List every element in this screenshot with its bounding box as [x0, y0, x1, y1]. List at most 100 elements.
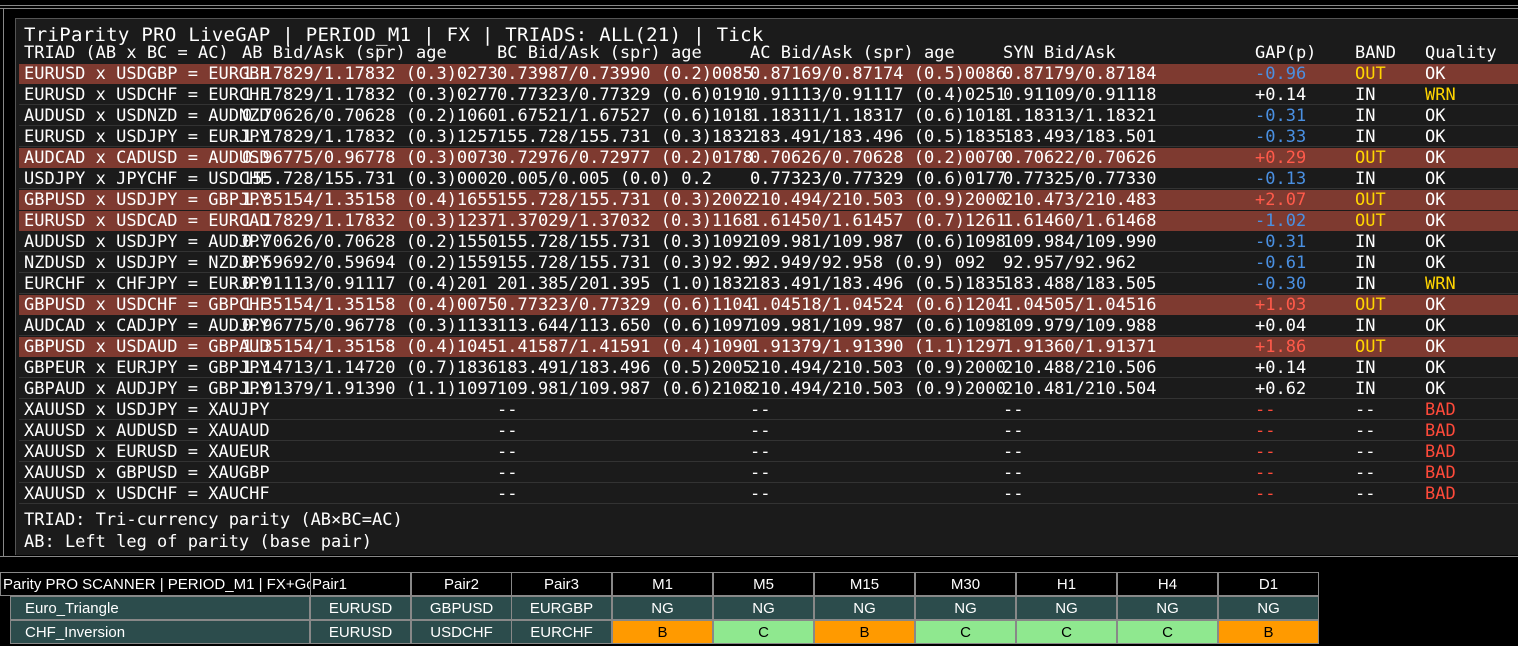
cell-ac: 0.91113/0.91117 (0.4)0251: [750, 85, 1006, 105]
cell-ab: 1.35154/1.35158 (0.4)0075: [242, 295, 498, 315]
cell-syn: 210.481/210.504: [1003, 379, 1157, 399]
scanner-state-cell[interactable]: NG: [814, 596, 915, 620]
cell-gap: -0.61: [1255, 253, 1307, 273]
cell-band: OUT: [1355, 64, 1386, 84]
cell-band: --: [1355, 442, 1376, 462]
scanner-pair-cell[interactable]: EURCHF: [511, 620, 612, 644]
cell-syn: 109.979/109.988: [1003, 316, 1157, 336]
scanner-col-d1: D1: [1218, 572, 1319, 596]
cell-band: --: [1355, 484, 1376, 504]
scanner-state-cell[interactable]: C: [713, 620, 814, 644]
cell-ac: --: [750, 463, 771, 483]
scanner-state-cell[interactable]: B: [1218, 620, 1319, 644]
scanner-panel: Parity PRO SCANNER | PERIOD_M1 | FX+Gold…: [0, 572, 1320, 646]
cell-quality: OK: [1425, 148, 1446, 168]
scanner-state-cell[interactable]: B: [612, 620, 713, 644]
triad-row: EURUSD x USDCAD = EURCAD 1.17829/1.17832 …: [19, 211, 1518, 231]
left-border-line: [3, 8, 4, 556]
cell-gap: -0.33: [1255, 127, 1307, 147]
triad-row: XAUUSD x USDCHF = XAUCHF -- -- -- -- -- BAD: [19, 484, 1518, 504]
header-ac: AC Bid/Ask (spr) age: [750, 43, 955, 63]
cell-band: --: [1355, 421, 1376, 441]
cell-syn: 1.04505/1.04516: [1003, 295, 1157, 315]
cell-triad: AUDUSD x USDNZD = AUDNZD: [24, 106, 270, 126]
cell-triad: GBPEUR x EURJPY = GBPJPY: [24, 358, 270, 378]
cell-quality: OK: [1425, 337, 1446, 357]
header-triad: TRIAD (AB x BC = AC): [24, 43, 229, 63]
header-bc: BC Bid/Ask (spr) age: [497, 43, 702, 63]
top-border-line-2: [0, 8, 1518, 9]
scanner-row-name[interactable]: Euro_Triangle: [10, 596, 310, 620]
cell-gap: +0.14: [1255, 358, 1307, 378]
cell-syn: 1.18313/1.18321: [1003, 106, 1157, 126]
cell-ac: --: [750, 484, 771, 504]
cell-quality: OK: [1425, 358, 1446, 378]
scanner-pair-cell[interactable]: EURUSD: [310, 596, 411, 620]
scanner-state-cell[interactable]: NG: [1117, 596, 1218, 620]
cell-ac: 183.491/183.496 (0.5)1835: [750, 127, 1006, 147]
scanner-state-cell[interactable]: NG: [713, 596, 814, 620]
triad-row: NZDUSD x USDJPY = NZDJPY 0.59692/0.59694 …: [19, 253, 1518, 273]
cell-ac: 210.494/210.503 (0.9)2000: [750, 379, 1006, 399]
cell-band: OUT: [1355, 211, 1386, 231]
triad-row: AUDUSD x USDNZD = AUDNZD 0.70626/0.70628 …: [19, 106, 1518, 126]
cell-ac: --: [750, 421, 771, 441]
cell-bc: 155.728/155.731 (0.3)1832: [497, 127, 753, 147]
cell-band: IN: [1355, 379, 1376, 399]
cell-triad: XAUUSD x AUDUSD = XAUAUD: [24, 421, 270, 441]
scanner-col-m5: M5: [713, 572, 814, 596]
cell-band: --: [1355, 463, 1376, 483]
cell-syn: 1.61460/1.61468: [1003, 211, 1157, 231]
cell-bc: --: [497, 463, 518, 483]
triad-row: GBPUSD x USDCHF = GBPCHF 1.35154/1.35158 …: [19, 295, 1518, 315]
cell-ab: 0.59692/0.59694 (0.2)1559: [242, 253, 498, 273]
scanner-col-m15: M15: [814, 572, 915, 596]
scanner-pair-cell[interactable]: USDCHF: [411, 620, 512, 644]
cell-ab: 0.91113/0.91117 (0.4)201: [242, 274, 488, 294]
cell-triad: NZDUSD x USDJPY = NZDJPY: [24, 253, 270, 273]
cell-syn: 183.488/183.505: [1003, 274, 1157, 294]
scanner-pair-cell[interactable]: EURGBP: [511, 596, 612, 620]
cell-triad: XAUUSD x USDCHF = XAUCHF: [24, 484, 270, 504]
cell-quality: OK: [1425, 106, 1446, 126]
cell-ac: 109.981/109.987 (0.6)1098: [750, 232, 1006, 252]
cell-gap: -0.31: [1255, 106, 1307, 126]
cell-gap: --: [1255, 442, 1276, 462]
cell-quality: OK: [1425, 64, 1446, 84]
cell-band: OUT: [1355, 190, 1386, 210]
scanner-state-cell[interactable]: NG: [915, 596, 1016, 620]
scanner-pair-cell[interactable]: GBPUSD: [411, 596, 512, 620]
cell-bc: 1.67521/1.67527 (0.6)1018: [497, 106, 753, 126]
cell-triad: XAUUSD x GBPUSD = XAUGBP: [24, 463, 270, 483]
cell-ab: 0.70626/0.70628 (0.2)1060: [242, 106, 498, 126]
scanner-title: Parity PRO SCANNER | PERIOD_M1 | FX+Gold: [0, 572, 310, 596]
scanner-row-name[interactable]: CHF_Inversion: [10, 620, 310, 644]
cell-quality: OK: [1425, 295, 1446, 315]
triad-row: XAUUSD x EURUSD = XAUEUR -- -- -- -- -- BAD: [19, 442, 1518, 462]
scanner-state-cell[interactable]: C: [1016, 620, 1117, 644]
scanner-state-cell[interactable]: NG: [1016, 596, 1117, 620]
cell-gap: +1.03: [1255, 295, 1307, 315]
bottom-border-line: [0, 556, 1518, 557]
scanner-state-cell[interactable]: C: [915, 620, 1016, 644]
cell-bc: --: [497, 400, 518, 420]
triad-row: XAUUSD x USDJPY = XAUJPY -- -- -- -- -- BAD: [19, 400, 1518, 420]
cell-quality: WRN: [1425, 274, 1456, 294]
cell-band: --: [1355, 400, 1376, 420]
header-syn: SYN Bid/Ask: [1003, 43, 1116, 63]
scanner-state-cell[interactable]: NG: [612, 596, 713, 620]
cell-gap: +0.62: [1255, 379, 1307, 399]
cell-gap: --: [1255, 421, 1276, 441]
cell-bc: 1.37029/1.37032 (0.3)1168: [497, 211, 753, 231]
cell-quality: OK: [1425, 253, 1446, 273]
cell-triad: XAUUSD x USDJPY = XAUJPY: [24, 400, 270, 420]
cell-bc: 183.491/183.496 (0.5)2005: [497, 358, 753, 378]
scanner-pair-cell[interactable]: EURUSD: [310, 620, 411, 644]
scanner-state-cell[interactable]: B: [814, 620, 915, 644]
cell-gap: +1.86: [1255, 337, 1307, 357]
cell-gap: +0.04: [1255, 316, 1307, 336]
cell-triad: AUDCAD x CADUSD = AUDUSD: [24, 148, 270, 168]
scanner-state-cell[interactable]: NG: [1218, 596, 1319, 620]
scanner-state-cell[interactable]: C: [1117, 620, 1218, 644]
cell-triad: USDJPY x JPYCHF = USDCHF: [24, 169, 270, 189]
